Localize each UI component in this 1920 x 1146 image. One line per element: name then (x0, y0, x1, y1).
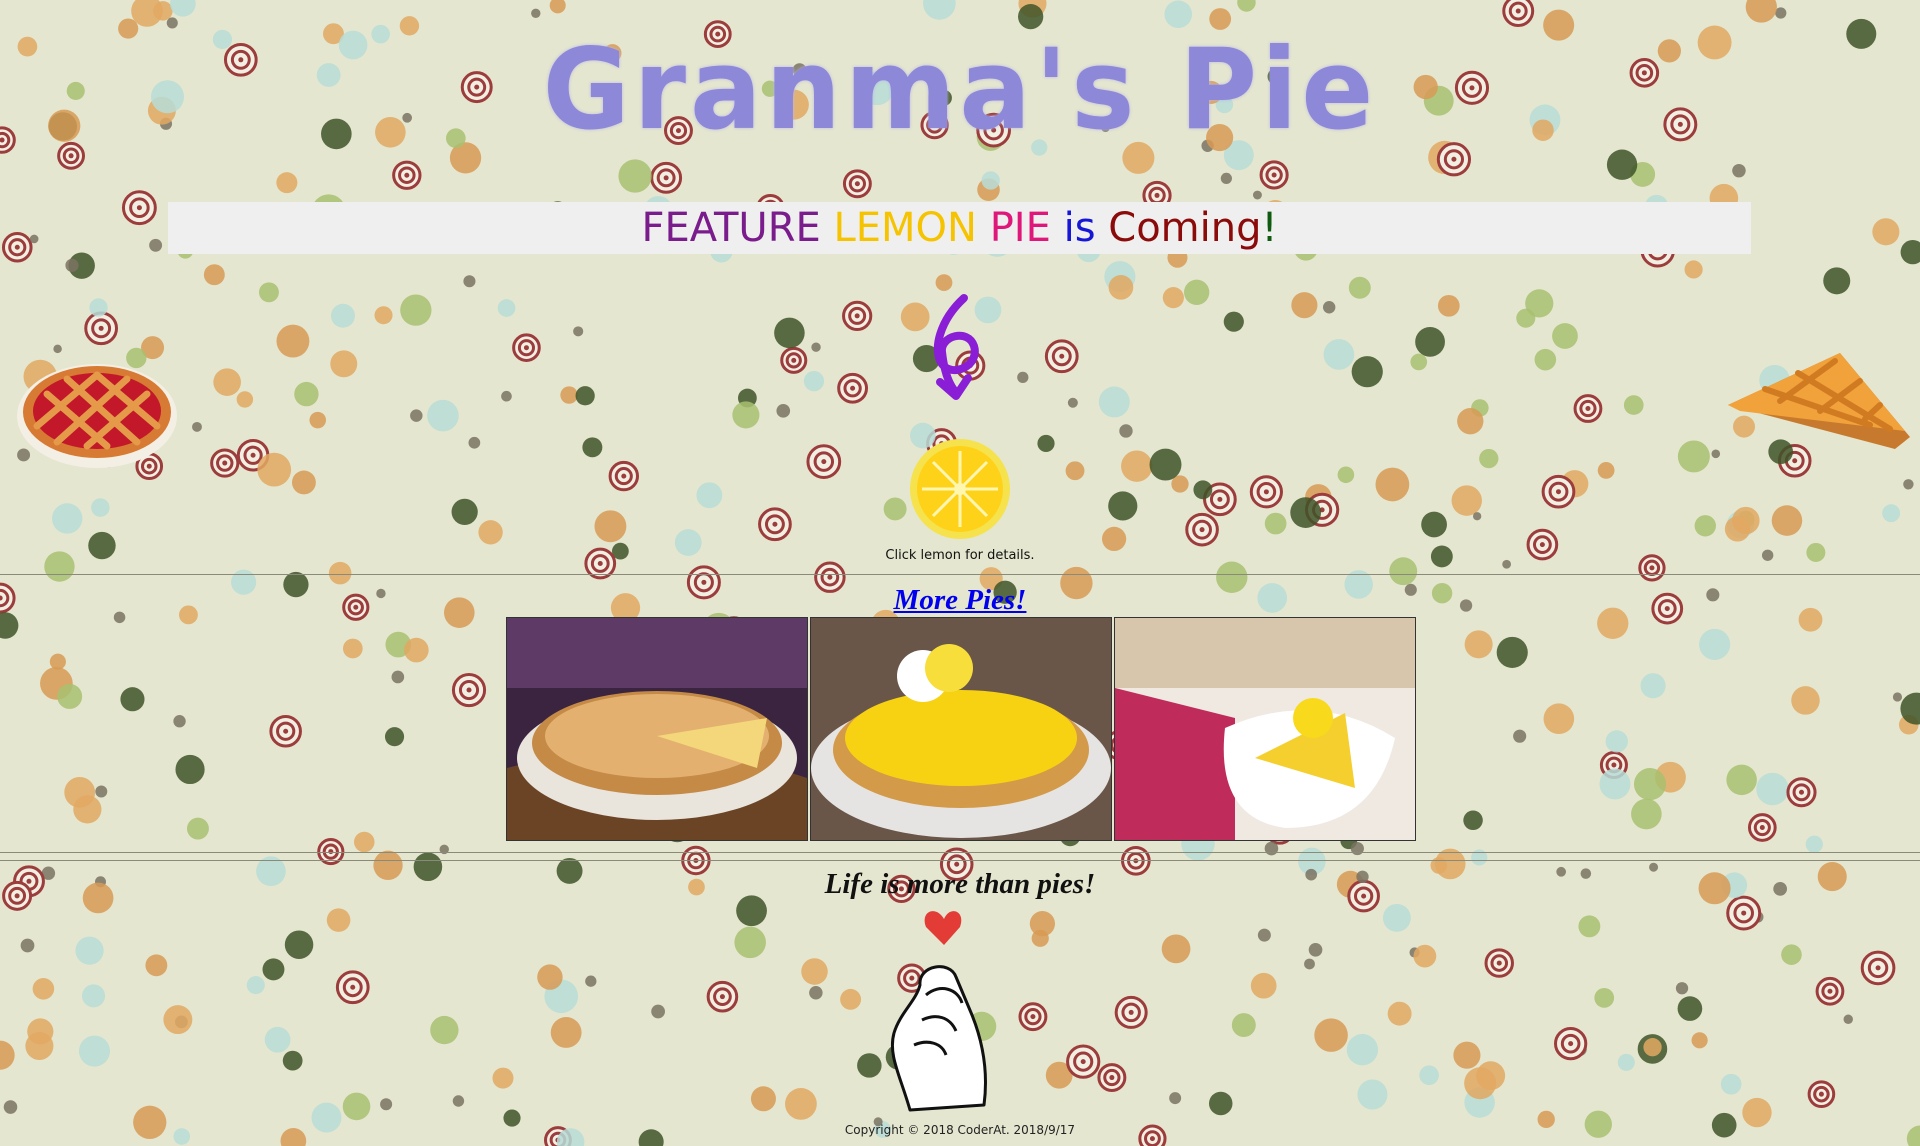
divider-bottom (0, 860, 1920, 861)
lemon-word: LEMON (833, 205, 990, 251)
cherry-pie-icon (17, 364, 177, 468)
more-pies-link[interactable]: More Pies! (0, 584, 1920, 617)
lemon-meringue-pie-photo[interactable] (506, 617, 808, 841)
divider-top (0, 574, 1920, 575)
tagline: Life is more than pies! (824, 868, 1096, 900)
feature-word: FEATURE (641, 205, 834, 251)
lemon-tart-photo[interactable] (810, 617, 1112, 841)
copyright: Copyright © 2018 CoderAt. 2018/9/17 (844, 1123, 1076, 1137)
site-title: Granma's Pie (542, 24, 1378, 155)
exclamation-mark: ! (1261, 205, 1278, 251)
curly-arrow-icon (933, 294, 979, 400)
finger-heart-icon (890, 911, 987, 1112)
lemon-caption: Click lemon for details. (885, 548, 1035, 563)
lemon-button[interactable] (908, 437, 1012, 541)
divider-middle (0, 852, 1920, 853)
is-word: is (1063, 205, 1109, 251)
feature-banner: FEATURE LEMON PIE is Coming! (168, 202, 1751, 254)
pie-word: PIE (989, 205, 1064, 251)
apricot-pie-slice-icon (1728, 353, 1910, 449)
coming-word: Coming (1108, 205, 1262, 251)
lemon-pie-slice-photo[interactable] (1114, 617, 1416, 841)
